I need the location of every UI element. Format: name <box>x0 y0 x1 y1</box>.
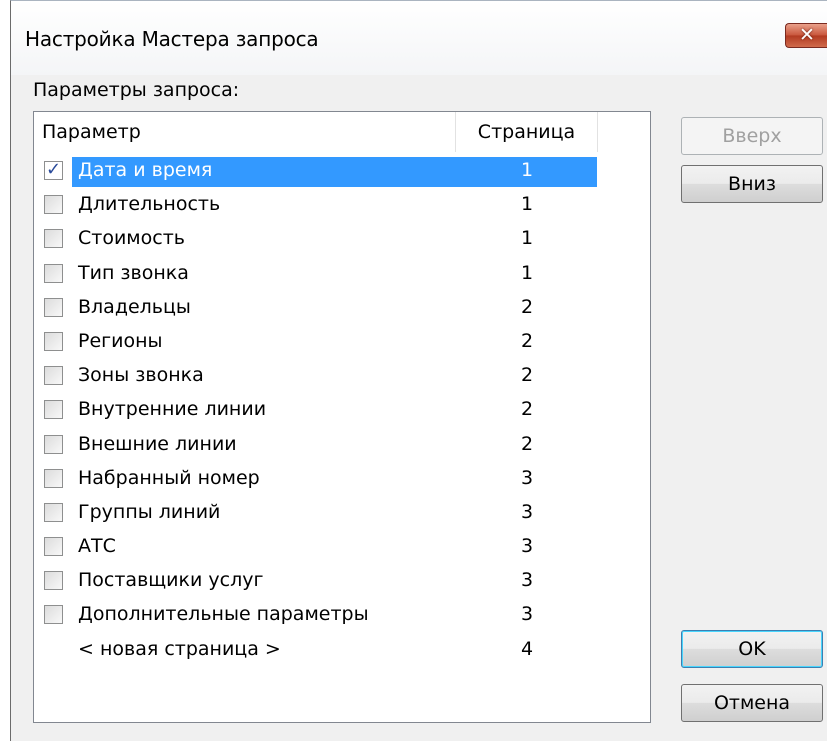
list-item[interactable]: Тип звонка 1 <box>34 259 650 293</box>
row-page-number: 2 <box>520 432 534 455</box>
row-page-number: 1 <box>520 261 534 284</box>
row-parameter-name: АТС <box>78 535 116 558</box>
row-checkbox[interactable] <box>44 297 63 317</box>
row-parameter-name: < новая страница > <box>78 637 281 660</box>
list-item[interactable]: АТС 3 <box>34 532 650 566</box>
params-label: Параметры запроса: <box>33 79 240 101</box>
cancel-button[interactable]: Отмена <box>681 684 823 722</box>
row-page-number: 3 <box>520 535 534 558</box>
title-bar[interactable]: Настройка Мастера запроса ✕ <box>11 1 827 75</box>
row-page-number: 2 <box>520 329 534 352</box>
row-page-number: 2 <box>520 398 534 421</box>
row-checkbox[interactable] <box>44 468 63 488</box>
row-page-number: 1 <box>520 193 534 216</box>
row-checkbox[interactable] <box>44 195 63 215</box>
row-parameter-name: Группы линий <box>78 500 221 523</box>
close-icon: ✕ <box>799 24 815 46</box>
row-checkbox[interactable] <box>44 605 63 625</box>
row-checkbox[interactable] <box>44 229 63 249</box>
row-page-number: 1 <box>520 227 534 250</box>
list-item[interactable]: Группы линий 3 <box>34 498 650 532</box>
close-button[interactable]: ✕ <box>785 23 827 48</box>
list-item[interactable]: Стоимость 1 <box>34 224 650 258</box>
row-parameter-name: Набранный номер <box>78 466 260 489</box>
list-header: Параметр Страница <box>34 112 650 152</box>
row-checkbox[interactable]: ✓ <box>44 159 63 180</box>
row-checkbox[interactable] <box>44 331 63 351</box>
column-header-parameter[interactable]: Параметр <box>34 112 456 152</box>
row-checkbox[interactable] <box>44 571 63 591</box>
list-item[interactable]: < новая страница > 4 <box>34 635 650 669</box>
ok-button[interactable]: OK <box>681 630 823 668</box>
list-item[interactable]: Длительность 1 <box>34 190 650 224</box>
row-parameter-name: Внешние линии <box>78 432 237 455</box>
column-header-filler <box>598 112 650 152</box>
row-checkbox[interactable] <box>44 400 63 420</box>
list-item[interactable]: Регионы 2 <box>34 327 650 361</box>
row-checkbox[interactable] <box>44 502 63 522</box>
row-page-number: 3 <box>520 603 534 626</box>
list-item[interactable]: Владельцы 2 <box>34 293 650 327</box>
checkmark-icon: ✓ <box>46 159 62 180</box>
window-title: Настройка Мастера запроса <box>25 27 319 51</box>
list-item[interactable]: Внешние линии 2 <box>34 430 650 464</box>
row-page-number: 4 <box>520 637 534 660</box>
row-checkbox[interactable] <box>44 537 63 557</box>
row-page-number: 2 <box>520 364 534 387</box>
row-parameter-name: Длительность <box>78 193 221 216</box>
row-parameter-name: Стоимость <box>78 227 185 250</box>
up-button[interactable]: Вверх <box>681 117 823 155</box>
down-button[interactable]: Вниз <box>681 165 823 203</box>
row-parameter-name: Регионы <box>78 329 163 352</box>
row-checkbox[interactable] <box>44 366 63 386</box>
row-parameter-name: Тип звонка <box>78 261 189 284</box>
row-parameter-name: Дата и время <box>78 159 213 181</box>
row-page-number: 1 <box>520 159 534 181</box>
row-checkbox[interactable] <box>44 263 63 283</box>
query-wizard-dialog: Настройка Мастера запроса ✕ Параметры за… <box>10 0 827 741</box>
list-item[interactable]: Поставщики услуг 3 <box>34 566 650 600</box>
row-parameter-name: Зоны звонка <box>78 364 204 387</box>
list-item[interactable]: Зоны звонка 2 <box>34 361 650 395</box>
row-parameter-name: Внутренние линии <box>78 398 267 421</box>
list-item[interactable]: Внутренние линии 2 <box>34 395 650 429</box>
row-page-number: 2 <box>520 295 534 318</box>
row-parameter-name: Поставщики услуг <box>78 569 264 592</box>
row-page-number: 3 <box>520 569 534 592</box>
list-rows: ✓ Дата и время 1 Длительность 1 Стоимость 1 Тип… <box>34 156 650 669</box>
row-parameter-name: Дополнительные параметры <box>78 603 369 626</box>
row-checkbox[interactable] <box>44 434 63 454</box>
list-item[interactable]: ✓ Дата и время 1 <box>34 156 650 190</box>
row-page-number: 3 <box>520 466 534 489</box>
list-item[interactable]: Дополнительные параметры 3 <box>34 600 650 634</box>
parameters-list[interactable]: Параметр Страница ✓ Дата и время 1 Длительн… <box>33 111 651 723</box>
list-item[interactable]: Набранный номер 3 <box>34 464 650 498</box>
column-header-page[interactable]: Страница <box>456 112 598 152</box>
row-page-number: 3 <box>520 500 534 523</box>
row-parameter-name: Владельцы <box>78 295 191 318</box>
